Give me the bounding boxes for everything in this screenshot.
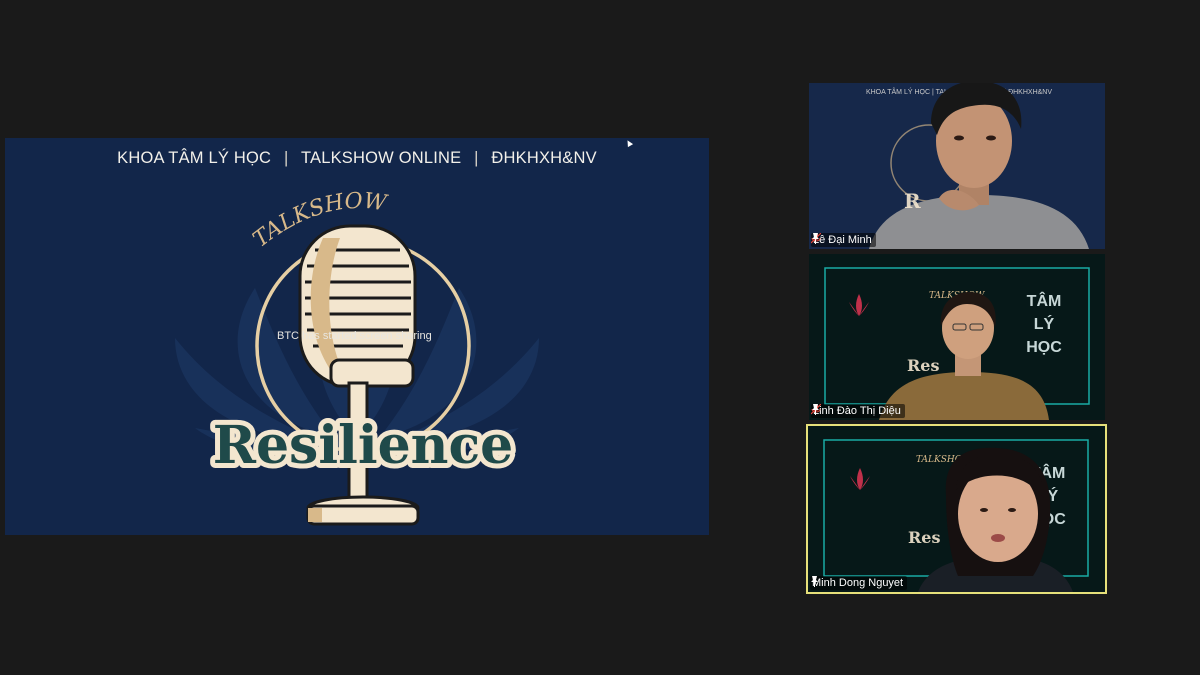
poster-header-event: TALKSHOW ONLINE — [300, 149, 462, 167]
microphone-icon — [298, 224, 420, 526]
header-separator: | — [474, 149, 479, 167]
participant-name: Minh Dong Nguyet — [812, 577, 904, 589]
participant-name-bar: Minh Dong Nguyet — [810, 576, 908, 590]
participant-tile-1[interactable]: KHOA TÂM LÝ HỌC | TALKSHOW ONLINE | ĐHKH… — [809, 83, 1105, 249]
participant-name-bar: Lê Đại Minh — [811, 233, 876, 247]
svg-text:Res: Res — [908, 528, 940, 547]
meeting-window: TALKSHOW Resilience Resilience KHOA TÂM … — [0, 0, 1200, 675]
poster-header-faculty: KHOA TÂM LÝ HỌC — [117, 149, 272, 167]
pin-icon — [811, 576, 818, 587]
svg-text:Res: Res — [907, 356, 939, 375]
pin-icon — [812, 404, 819, 415]
pin-icon — [812, 233, 819, 244]
participant-video-3: TALKSHOW TÂM LÝ HỌC Res — [808, 426, 1105, 592]
header-separator: | — [283, 149, 289, 167]
participant-video-2: TALKSHOW TÂM LÝ HỌC Res — [809, 254, 1105, 420]
participant-name: Linh Đào Thị Diệu — [813, 405, 901, 417]
logo-title: Resilience — [213, 415, 513, 476]
svg-text:LÝ: LÝ — [1034, 314, 1055, 333]
participant-tile-2[interactable]: TALKSHOW TÂM LÝ HỌC Res Linh Đào Thị D — [809, 254, 1105, 420]
shared-screen[interactable]: TALKSHOW Resilience Resilience KHOA TÂM … — [5, 138, 709, 535]
screen-share-notification: BTC has started screen sharing — [277, 330, 432, 342]
participant-video-1: KHOA TÂM LÝ HỌC | TALKSHOW ONLINE | ĐHKH… — [809, 83, 1105, 249]
poster-header: KHOA TÂM LÝ HỌC | TALKSHOW ONLINE | ĐHKH… — [5, 149, 709, 168]
participant-tile-3-active-speaker[interactable]: TALKSHOW TÂM LÝ HỌC Res Minh Dong Nguyet — [806, 424, 1107, 594]
svg-text:TÂM: TÂM — [1027, 291, 1062, 310]
participant-name-bar: Linh Đào Thị Diệu — [811, 404, 905, 418]
svg-text:R: R — [904, 189, 921, 213]
participant-name: Lê Đại Minh — [813, 234, 872, 246]
poster-header-university: ĐHKHXH&NV — [491, 149, 597, 167]
svg-text:HỌC: HỌC — [1026, 339, 1062, 356]
